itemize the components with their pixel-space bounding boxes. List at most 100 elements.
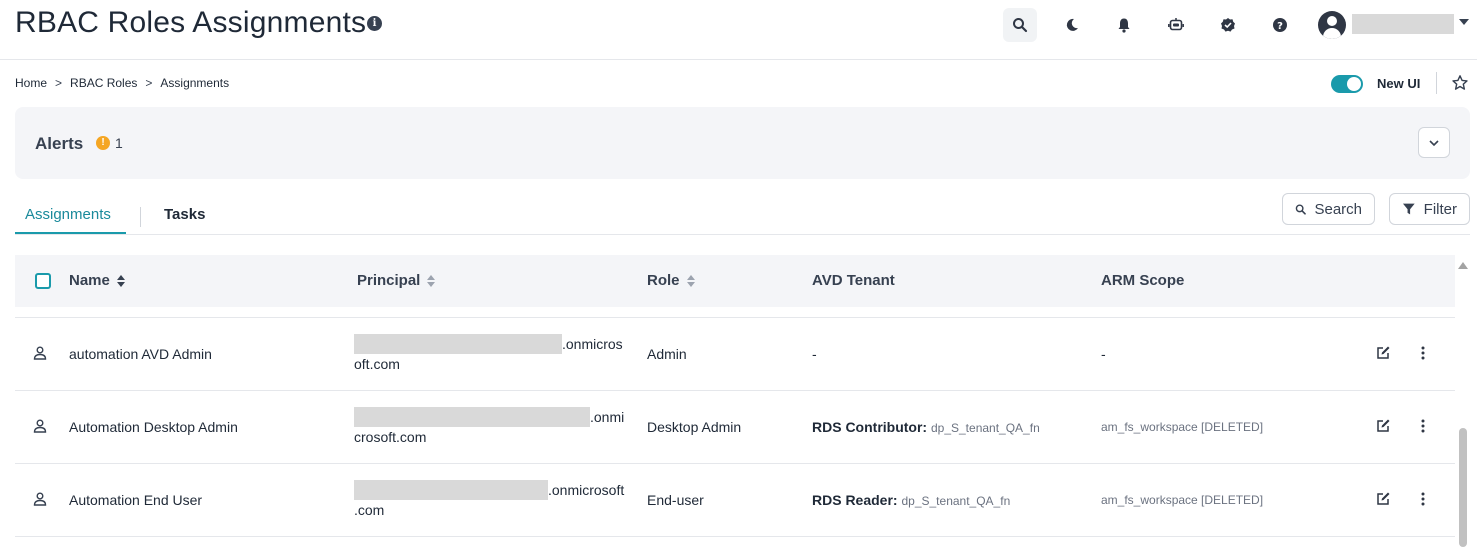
user-icon — [33, 492, 47, 506]
alerts-expand-button[interactable] — [1418, 127, 1450, 158]
row-avd-tenant: RDS Contributor: dp_S_tenant_QA_fn — [812, 419, 1040, 435]
table-row[interactable]: automation AVD Admin .onmicros oft.com A… — [15, 317, 1455, 390]
tab-tasks[interactable]: Tasks — [164, 206, 205, 223]
row-arm-scope: - — [1101, 346, 1106, 362]
check-badge-icon — [1221, 18, 1235, 32]
column-header-role[interactable]: Role — [647, 272, 695, 289]
redacted-text — [354, 334, 562, 354]
tab-bar: Assignments Tasks — [15, 195, 1470, 235]
row-role: End-user — [647, 492, 704, 508]
tab-separator — [140, 207, 141, 227]
breadcrumb: Home > RBAC Roles > Assignments — [15, 76, 229, 90]
row-principal: .onmicros oft.com — [354, 334, 634, 374]
filter-button[interactable]: Filter — [1389, 193, 1470, 225]
row-name: Automation Desktop Admin — [69, 419, 238, 435]
table-row[interactable]: Automation Desktop Admin .onmi crosoft.c… — [15, 390, 1455, 463]
chevron-down-icon — [1429, 139, 1439, 146]
scroll-up-arrow[interactable] — [1458, 262, 1468, 269]
more-vertical-icon[interactable] — [1415, 491, 1431, 507]
active-tab-indicator — [15, 232, 126, 234]
star-icon[interactable] — [1451, 74, 1469, 92]
more-vertical-icon[interactable] — [1415, 345, 1431, 361]
column-header-arm-scope: ARM Scope — [1101, 272, 1184, 289]
breadcrumb-rbac-roles[interactable]: RBAC Roles — [70, 76, 137, 90]
edit-icon[interactable] — [1375, 491, 1391, 507]
assistant-button[interactable] — [1159, 8, 1193, 42]
new-ui-toggle[interactable] — [1331, 75, 1363, 93]
page-title: RBAC Roles Assignments — [15, 6, 367, 39]
sort-icon — [427, 274, 436, 287]
column-arm-scope-label: ARM Scope — [1101, 272, 1185, 289]
principal-domain-part1: .onmicros — [562, 336, 623, 352]
tenant-role: RDS Contributor: — [812, 419, 928, 435]
divider — [1436, 72, 1437, 94]
redacted-text — [354, 407, 590, 427]
tenant-role: - — [812, 346, 817, 362]
principal-domain-part1: .onmicrosoft — [548, 482, 625, 498]
breadcrumb-home[interactable]: Home — [15, 76, 47, 90]
search-button-label: Search — [1314, 200, 1362, 218]
edit-icon[interactable] — [1375, 418, 1391, 434]
search-icon — [1013, 18, 1028, 33]
svg-text:?: ? — [1277, 21, 1283, 32]
info-icon[interactable]: i — [367, 16, 382, 31]
bell-icon — [1118, 18, 1130, 33]
help-button[interactable]: ? — [1263, 8, 1297, 42]
principal-domain-part1: .onmi — [590, 409, 625, 425]
row-name: Automation End User — [69, 492, 203, 508]
tenant-role: RDS Reader: — [812, 492, 898, 508]
row-divider — [15, 536, 1455, 537]
row-principal: .onmicrosoft .com — [354, 480, 634, 520]
search-button[interactable] — [1003, 8, 1037, 42]
row-arm-scope: am_fs_workspace [DELETED] — [1101, 420, 1264, 434]
sort-icon — [116, 274, 125, 287]
breadcrumb-separator: > — [55, 76, 63, 90]
user-name-redacted[interactable] — [1352, 14, 1454, 34]
column-avd-tenant-label: AVD Tenant — [812, 272, 895, 289]
column-principal-label: Principal — [357, 272, 421, 289]
help-icon: ? — [1273, 18, 1287, 32]
chevron-down-icon[interactable] — [1459, 19, 1469, 25]
user-avatar[interactable] — [1318, 11, 1346, 39]
filter-button-label: Filter — [1423, 200, 1457, 218]
edit-icon[interactable] — [1375, 345, 1391, 361]
breadcrumb-separator: > — [145, 76, 153, 90]
tenant-name: dp_S_tenant_QA_fn — [901, 494, 1011, 508]
alerts-panel: Alerts ! 1 — [15, 107, 1470, 179]
row-arm-scope: am_fs_workspace [DELETED] — [1101, 493, 1264, 507]
bot-icon — [1168, 18, 1184, 31]
row-name: automation AVD Admin — [69, 346, 212, 362]
column-header-name[interactable]: Name — [69, 272, 125, 289]
column-header-principal[interactable]: Principal — [357, 272, 436, 289]
search-icon — [1295, 203, 1306, 215]
row-role: Admin — [647, 346, 687, 362]
notifications-button[interactable] — [1107, 8, 1141, 42]
page-header: RBAC Roles Assignments i ? — [0, 0, 1477, 60]
principal-domain-part2: .com — [354, 502, 385, 518]
alerts-title: Alerts — [35, 134, 84, 153]
row-role: Desktop Admin — [647, 419, 742, 435]
column-role-label: Role — [647, 272, 680, 289]
filter-icon — [1402, 203, 1415, 215]
user-icon — [33, 419, 47, 433]
tab-assignments[interactable]: Assignments — [25, 206, 111, 223]
verified-button[interactable] — [1211, 8, 1245, 42]
row-avd-tenant: - — [812, 346, 817, 362]
theme-toggle-button[interactable] — [1055, 8, 1089, 42]
sort-icon — [686, 274, 695, 287]
principal-domain-part2: oft.com — [354, 356, 400, 372]
search-button[interactable]: Search — [1282, 193, 1375, 225]
row-principal: .onmi crosoft.com — [354, 407, 634, 447]
tenant-name: dp_S_tenant_QA_fn — [930, 421, 1040, 435]
column-header-avd-tenant: AVD Tenant — [812, 272, 895, 289]
table-row[interactable]: Automation End User .onmicrosoft .com En… — [15, 463, 1455, 536]
principal-domain-part2: crosoft.com — [354, 429, 427, 445]
breadcrumb-assignments: Assignments — [160, 76, 230, 90]
column-name-label: Name — [69, 272, 110, 289]
scrollbar-thumb[interactable] — [1459, 428, 1467, 547]
table-header: Name Principal Role AVD Tenant ARM Scope — [15, 255, 1455, 307]
select-all-checkbox[interactable] — [35, 273, 51, 289]
moon-icon — [1066, 18, 1078, 31]
more-vertical-icon[interactable] — [1415, 418, 1431, 434]
alerts-count: 1 — [115, 135, 123, 151]
